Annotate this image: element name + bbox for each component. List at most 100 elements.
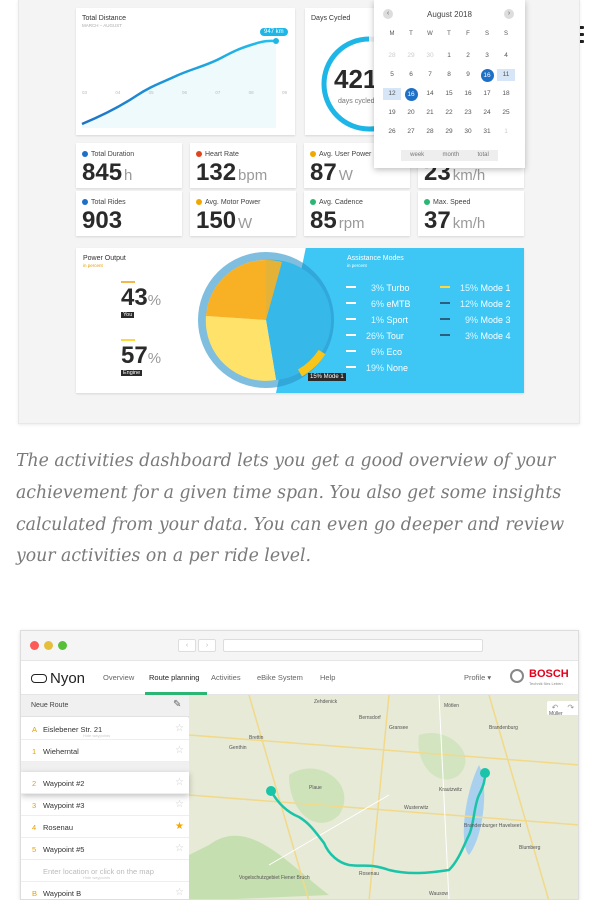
nav-activities[interactable]: Activities bbox=[211, 673, 241, 682]
next-month-icon[interactable]: › bbox=[504, 9, 514, 19]
calendar-day[interactable]: 7 bbox=[421, 69, 439, 81]
favorite-star-icon[interactable]: ☆ bbox=[175, 887, 184, 898]
chevron-down-icon: ▾ bbox=[487, 673, 492, 682]
map-view[interactable]: ↶↷⚙ ZehdenickGranseeBrandenburgBernsdorf… bbox=[189, 695, 578, 899]
nyon-logo[interactable]: Nyon bbox=[31, 670, 85, 687]
calendar-day[interactable]: 4 bbox=[497, 50, 515, 62]
profile-menu[interactable]: Profile ▾ bbox=[464, 673, 491, 682]
calendar-day[interactable]: 29 bbox=[440, 126, 458, 138]
calendar-day[interactable]: 5 bbox=[383, 69, 401, 81]
minimize-dot-icon[interactable] bbox=[44, 641, 53, 650]
calendar-day[interactable]: 14 bbox=[421, 88, 439, 100]
waypoint-row[interactable]: 5 Waypoint #5 ☆ bbox=[21, 838, 189, 860]
map-place-label: Blumberg bbox=[519, 845, 541, 851]
route-title[interactable]: Neue Route bbox=[31, 702, 68, 709]
map-place-label: Wausow bbox=[429, 891, 448, 897]
assistance-mode-item: 26% Tour bbox=[346, 331, 404, 341]
address-bar[interactable] bbox=[223, 639, 483, 652]
stat-value: 845 h bbox=[82, 159, 132, 187]
calendar-day[interactable]: 6 bbox=[402, 69, 420, 81]
calendar-day[interactable]: 15 bbox=[440, 88, 458, 100]
calendar-day[interactable]: 18 bbox=[497, 88, 515, 100]
calendar-day[interactable]: 16 bbox=[404, 88, 418, 101]
custom-mode-item: 9% Mode 3 bbox=[440, 315, 511, 325]
nav-ebike-system[interactable]: eBike System bbox=[257, 673, 303, 682]
forward-icon[interactable]: › bbox=[198, 639, 216, 652]
nav-overview[interactable]: Overview bbox=[103, 673, 134, 682]
favorite-star-icon[interactable]: ☆ bbox=[175, 723, 184, 734]
waypoint-name[interactable]: Wieherntal bbox=[43, 747, 79, 756]
calendar-day[interactable]: 30 bbox=[421, 50, 439, 62]
waypoint-row[interactable]: B Waypoint B ☆ bbox=[21, 882, 189, 899]
stat-number: 132 bbox=[196, 159, 237, 186]
calendar-day[interactable]: 16 bbox=[480, 69, 494, 82]
assistance-subtitle: in percent bbox=[347, 263, 367, 268]
distance-line-chart bbox=[81, 38, 279, 129]
calendar-day[interactable]: 3 bbox=[478, 50, 496, 62]
calendar-day[interactable]: 27 bbox=[402, 126, 420, 138]
waypoint-row[interactable]: 4 Rosenau ★ bbox=[21, 816, 189, 838]
nav-help[interactable]: Help bbox=[320, 673, 335, 682]
x-tick: 04 bbox=[115, 90, 121, 95]
calendar-day[interactable]: 29 bbox=[402, 50, 420, 62]
favorite-star-icon[interactable]: ☆ bbox=[175, 799, 184, 810]
calendar-day[interactable]: 28 bbox=[421, 126, 439, 138]
calendar-day[interactable]: 24 bbox=[478, 107, 496, 119]
waypoint-name[interactable]: Waypoint #5 bbox=[43, 845, 84, 854]
map-place-label: Mötlen bbox=[444, 703, 460, 709]
calendar-day[interactable]: 2 bbox=[459, 50, 477, 62]
calendar-day[interactable]: 28 bbox=[383, 50, 401, 62]
favorite-star-icon[interactable]: ☆ bbox=[175, 745, 184, 756]
weekday-label: M bbox=[389, 31, 395, 37]
stat-card: Heart Rate 132 bpm bbox=[190, 143, 296, 188]
redo-icon[interactable]: ↷ bbox=[567, 701, 574, 715]
map-canvas bbox=[189, 695, 578, 899]
waypoint-row[interactable]: 1 Wieherntal ☆ bbox=[21, 740, 189, 762]
back-icon[interactable]: ‹ bbox=[178, 639, 196, 652]
calendar-day[interactable]: 20 bbox=[402, 107, 420, 119]
calendar-day[interactable]: 26 bbox=[383, 126, 401, 138]
calendar-day[interactable]: 12 bbox=[383, 88, 401, 100]
calendar-day[interactable]: 31 bbox=[478, 126, 496, 138]
calendar-day[interactable]: 16 bbox=[459, 88, 477, 100]
calendar-day[interactable]: 23 bbox=[459, 107, 477, 119]
calendar-day[interactable]: 17 bbox=[478, 88, 496, 100]
calendar-day[interactable]: 25 bbox=[497, 107, 515, 119]
waypoint-row[interactable]: A Eislebener Str. 21 ☆ Hide waypoints bbox=[21, 718, 189, 740]
tab-month[interactable]: month bbox=[442, 150, 459, 161]
tab-total[interactable]: total bbox=[477, 150, 488, 161]
maximize-dot-icon[interactable] bbox=[58, 641, 67, 650]
calendar-day[interactable]: 19 bbox=[383, 107, 401, 119]
waypoint-row[interactable]: Enter location or click on the map Hide w… bbox=[21, 860, 189, 882]
calendar-day[interactable]: 21 bbox=[421, 107, 439, 119]
waypoint-note[interactable]: Hide waypoints bbox=[83, 733, 110, 738]
favorite-star-icon[interactable]: ☆ bbox=[175, 843, 184, 854]
weekday-label: T bbox=[409, 31, 413, 37]
waypoint-row[interactable]: 3 Waypoint #3 ☆ bbox=[21, 794, 189, 816]
tab-week[interactable]: week bbox=[410, 150, 424, 161]
close-dot-icon[interactable] bbox=[30, 641, 39, 650]
map-place-label: Wusterwitz bbox=[404, 805, 429, 811]
favorite-star-icon[interactable]: ☆ bbox=[175, 777, 184, 788]
mode-percent: 6% bbox=[370, 347, 384, 357]
weekday-label: S bbox=[503, 31, 508, 37]
waypoint-name[interactable]: Waypoint #2 bbox=[43, 779, 84, 788]
calendar-day[interactable]: 8 bbox=[440, 69, 458, 81]
stat-unit: km/h bbox=[452, 167, 486, 184]
favorite-star-icon[interactable]: ★ bbox=[175, 821, 184, 832]
calendar-day[interactable]: 30 bbox=[459, 126, 477, 138]
waypoint-name[interactable]: Waypoint B bbox=[43, 889, 81, 898]
waypoint-name[interactable]: Waypoint #3 bbox=[43, 801, 84, 810]
calendar-day[interactable]: 22 bbox=[440, 107, 458, 119]
waypoint-note[interactable]: Hide waypoints bbox=[83, 875, 110, 880]
calendar-day[interactable]: 11 bbox=[497, 69, 515, 81]
calendar-day[interactable]: 1 bbox=[440, 50, 458, 62]
edit-pencil-icon[interactable]: ✎ bbox=[173, 699, 181, 710]
calendar-day[interactable]: 9 bbox=[459, 69, 477, 81]
waypoint-name[interactable]: Rosenau bbox=[43, 823, 73, 832]
waypoint-row[interactable]: 2 Waypoint #2 ☆ bbox=[21, 772, 189, 794]
legend-swatch bbox=[346, 302, 356, 304]
calendar-day[interactable]: 1 bbox=[497, 126, 515, 138]
nav-route-planning[interactable]: Route planning bbox=[149, 673, 199, 682]
custom-mode-item: 3% Mode 4 bbox=[440, 331, 511, 341]
